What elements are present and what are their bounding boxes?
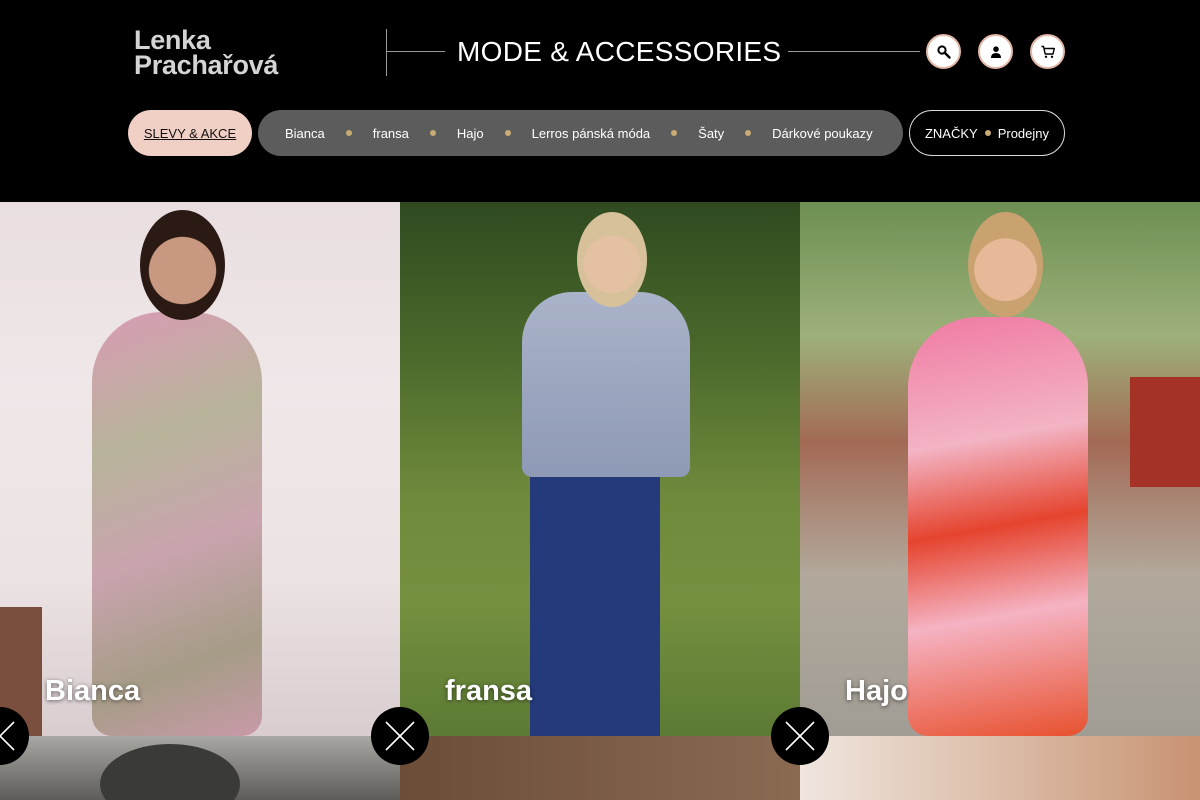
close-icon [385,721,415,751]
nav-item-hajo[interactable]: Hajo [457,126,484,141]
separator-dot [984,130,991,136]
separator-dot [345,130,352,136]
model-pants [530,452,660,736]
separator-dot [671,130,678,136]
brand-card-fransa[interactable]: fransa [400,202,800,736]
model-head [100,744,240,800]
brands-link[interactable]: ZNAČKY [925,126,978,141]
tagline: MODE & ACCESSORIES [457,36,782,67]
brand-card-row2-1[interactable] [0,736,400,800]
close-icon [785,721,815,751]
nav-item-gift-vouchers[interactable]: Dárkové poukazy [772,126,872,141]
card-label: Bianca [45,675,141,707]
stores-link[interactable]: Prodejny [998,126,1049,141]
card-label: fransa [445,675,533,707]
divider-right [788,51,920,52]
logo-line-2: Prachařová [134,50,279,80]
user-icon [990,45,1001,58]
brand-card-hajo[interactable]: Hajo [800,202,1200,736]
background-fence [1130,377,1200,487]
close-button[interactable] [371,707,429,765]
model-dress [908,317,1088,736]
sale-link[interactable]: SLEVY & AKCE [128,110,252,156]
model-jacket [522,292,690,477]
model-dress [92,312,262,736]
cart-button[interactable] [1030,34,1065,69]
divider-left [387,51,445,52]
close-button[interactable] [771,707,829,765]
brand-card-row2-2[interactable] [400,736,800,800]
divider-vertical [386,29,387,76]
nav-item-lerros[interactable]: Lerros pánská móda [532,126,651,141]
brand-card-row2-3[interactable] [800,736,1200,800]
brands-stores-nav: ZNAČKY Prodejny [909,110,1065,156]
separator-dot [429,130,436,136]
card-label: Hajo [845,675,908,707]
search-button[interactable] [926,34,961,69]
model-head [140,210,225,320]
brand-card-bianca[interactable]: Bianca [0,202,400,736]
brand-nav: Bianca fransa Hajo Lerros pánská móda Ša… [258,110,903,156]
model-head [968,212,1043,317]
brand-grid: Bianca fransa Hajo [0,202,1200,800]
search-icon [936,44,951,59]
nav-item-saty[interactable]: Šaty [698,126,724,141]
model-head [577,212,647,307]
nav-item-fransa[interactable]: fransa [373,126,409,141]
nav-item-bianca[interactable]: Bianca [285,126,325,141]
logo[interactable]: Lenka Prachařová [134,27,309,80]
close-icon [0,721,15,751]
account-button[interactable] [978,34,1013,69]
site-header: Lenka Prachařová MODE & ACCESSORIES SLEV… [0,0,1200,202]
cart-icon [1041,45,1055,58]
separator-dot [504,130,511,136]
separator-dot [745,130,752,136]
